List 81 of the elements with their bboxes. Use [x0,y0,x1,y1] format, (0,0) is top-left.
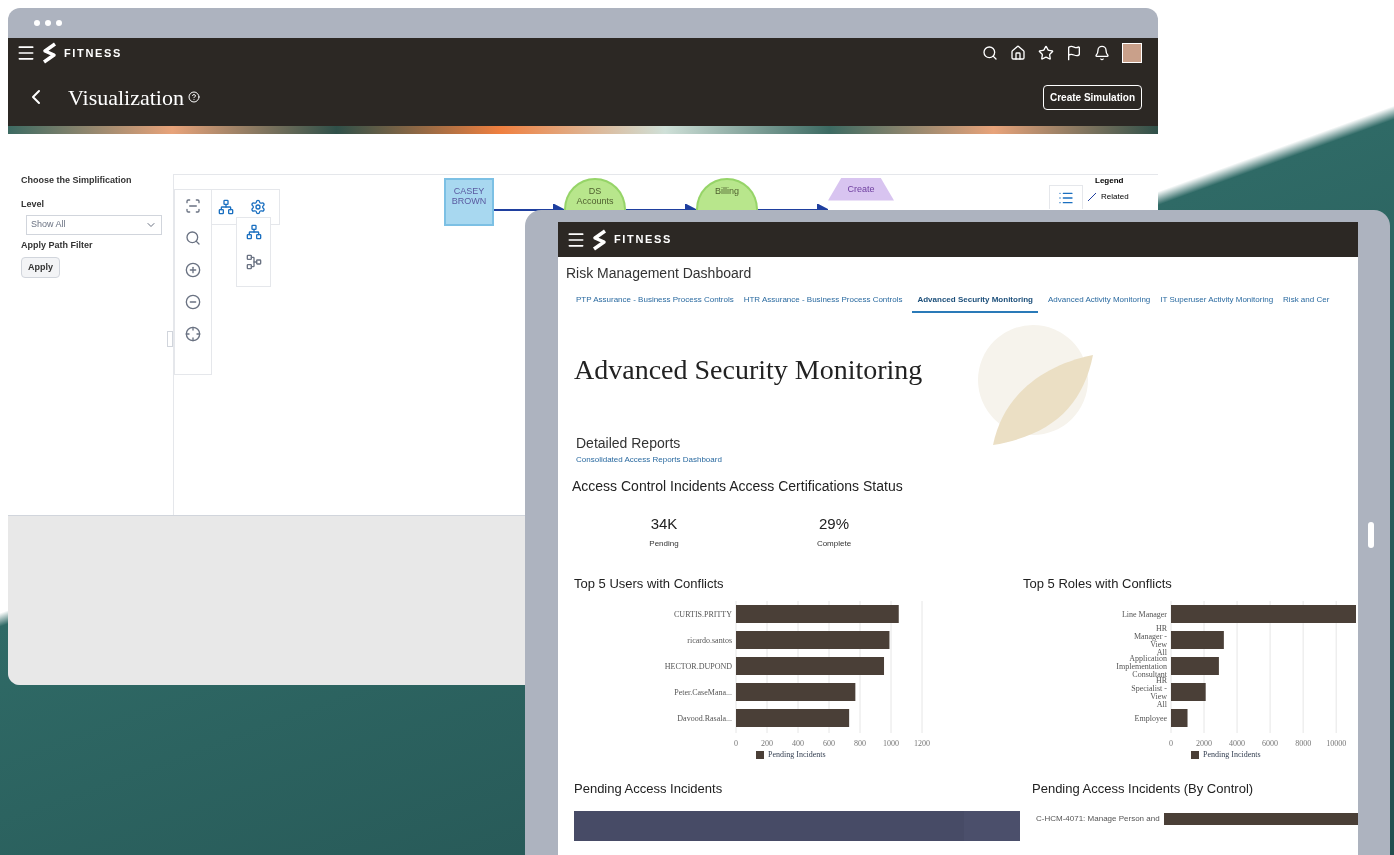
help-icon[interactable] [188,91,200,103]
tree-icon[interactable] [245,254,262,270]
home-icon[interactable] [1010,45,1026,61]
legend-toggle[interactable] [1049,185,1083,209]
diagram-node[interactable]: DS Accounts [564,178,626,212]
related-line-icon [1087,192,1097,202]
chart-title: Pending Access Incidents (By Control) [1032,780,1255,798]
axis-tick-label: 800 [854,739,866,748]
axis-tick-label: 1000 [883,739,899,748]
diagram-node[interactable]: Billing [696,178,758,212]
apply-button[interactable]: Apply [21,256,60,278]
category-label: C-HCM-4071: Manage Person and [1036,812,1160,825]
settings-icon[interactable] [250,199,266,215]
hierarchy-icon[interactable] [245,224,262,240]
chart-title: Top 5 Roles with Conflicts [1023,574,1173,593]
bar [1171,657,1219,675]
category-label: Employee [1134,714,1167,723]
brand-name: FITNESS [614,232,672,248]
bar [1171,709,1188,727]
filter-heading: Choose the Simplification [21,174,133,187]
chart-title: Top 5 Users with Conflicts [574,574,725,593]
axis-tick-label: 8000 [1295,739,1312,748]
axis-tick-label: 200 [761,739,773,748]
tab[interactable]: Advanced Security Monitoring [912,294,1038,313]
category-label: Line Manager [1121,610,1167,619]
legend-label: Related [1101,191,1129,203]
legend-label: Pending Incidents [768,749,826,761]
tab[interactable]: Risk and Cer [1283,294,1330,313]
tab[interactable]: Advanced Activity Monitoring [1048,294,1151,313]
axis-tick-label: 0 [734,739,738,748]
report-link[interactable]: Consolidated Access Reports Dashboard [576,454,1342,466]
legend-swatch [756,751,764,759]
search-icon[interactable] [982,45,998,61]
fit-screen-icon[interactable] [185,198,201,214]
collapse-handle[interactable] [167,331,173,347]
menu-icon[interactable] [16,43,36,63]
axis-tick-label: 1200 [914,739,930,748]
page-heading: Advanced Security Monitoring [574,353,924,387]
category-label: ricardo.santos [687,636,732,645]
tab[interactable]: IT Superuser Activity Monitoring [1160,294,1274,313]
legend-title: Legend [1095,175,1125,187]
brand-name: FITNESS [64,45,122,61]
path-filter-label: Apply Path Filter [21,239,94,252]
axis-tick-label: 6000 [1262,739,1279,748]
bell-icon[interactable] [1094,45,1110,61]
diagram-node[interactable]: CASEY BROWN [444,178,494,226]
axis-tick-label: 400 [792,739,804,748]
star-icon[interactable] [1038,45,1054,61]
tab[interactable]: PTP Assurance - Business Process Controls [576,294,734,313]
category-label: HECTOR.DUPOND [664,662,732,671]
axis-tick-label: 4000 [1229,739,1246,748]
zoom-in-icon[interactable] [185,262,201,278]
zoom-out-icon[interactable] [185,294,201,310]
stat-value: 29% [819,514,849,534]
create-simulation-button[interactable]: Create Simulation [1042,84,1142,110]
category-label: Davood.Rasala... [677,714,732,723]
legend-swatch [1191,751,1199,759]
category-label: Peter.CaseMana... [674,688,732,697]
legend-label: Pending Incidents [1203,749,1261,761]
category-label: CURTIS.PRITTY [674,610,732,619]
axis-tick-label: 2000 [1196,739,1213,748]
section-title: Detailed Reports [576,434,682,453]
stat-label: Pending [649,537,679,550]
level-label: Level [21,197,45,211]
axis-tick-label: 10000 [1326,739,1347,748]
axis-tick-label: 0 [1169,739,1173,748]
flag-icon[interactable] [1066,45,1082,61]
scrollbar-thumb [1368,522,1374,548]
dashboard-title: Risk Management Dashboard [565,264,753,283]
page-title: Visualization [68,83,184,112]
tab[interactable]: HTR Assurance - Business Process Controls [743,294,903,313]
bar [1171,631,1224,649]
chart-title: Pending Access Incidents [574,780,724,798]
level-select[interactable]: Show All [26,215,162,235]
stat-value: 34K [650,514,678,534]
crosshair-icon[interactable] [185,326,201,342]
stat-label: Complete [816,537,852,550]
stats-heading: Access Control Incidents Access Certifications Status [572,477,904,496]
bar [1171,683,1206,701]
axis-tick-label: 600 [823,739,835,748]
hierarchy-icon[interactable] [218,199,234,215]
